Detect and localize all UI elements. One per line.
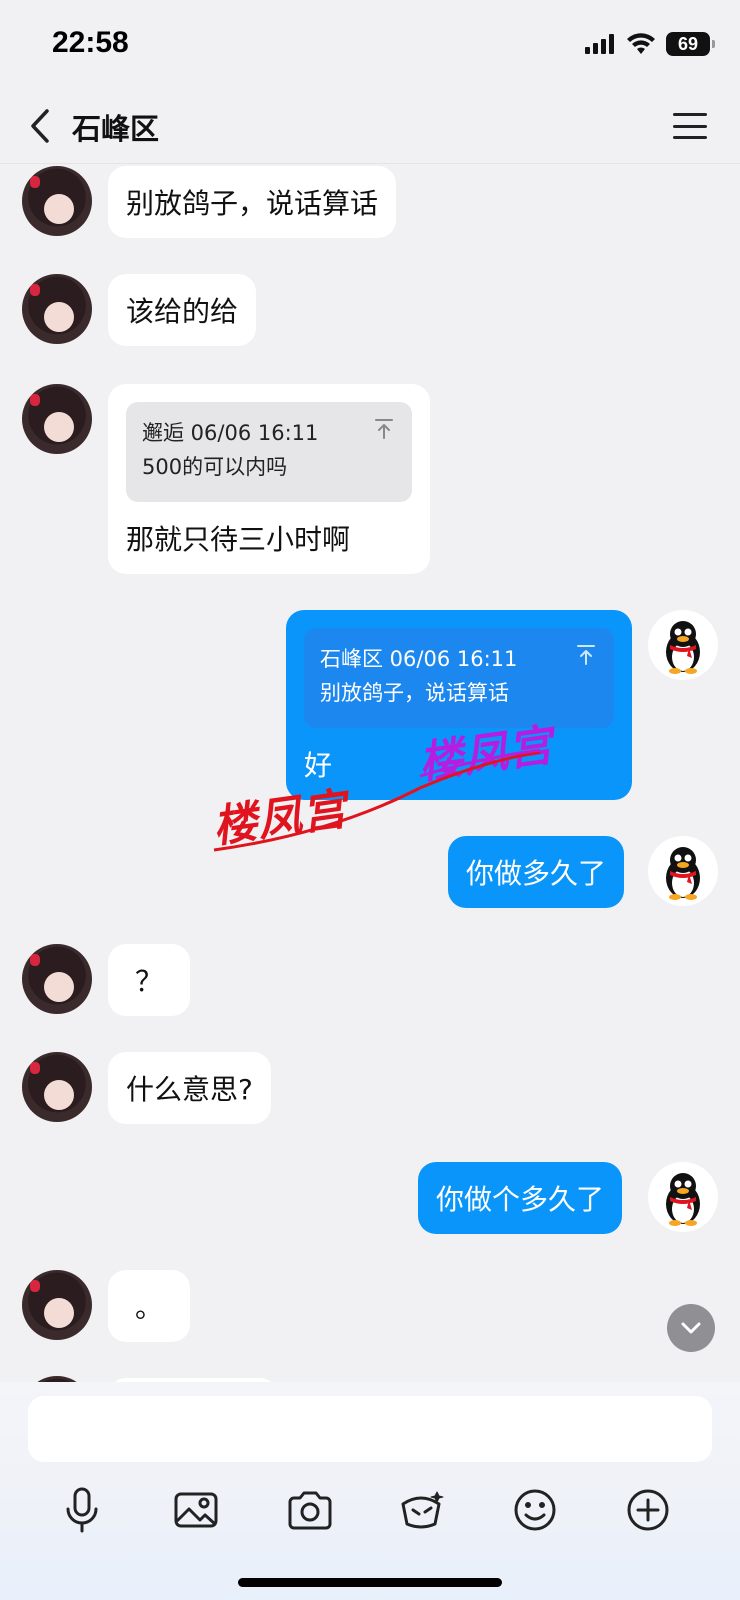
back-button[interactable] bbox=[20, 102, 60, 150]
plus-icon[interactable] bbox=[620, 1482, 676, 1538]
penguin-avatar-icon bbox=[666, 621, 700, 674]
quote-meta: 石峰区 06/06 16:11 bbox=[320, 647, 518, 671]
wifi-icon bbox=[627, 33, 655, 54]
message-bubble[interactable]: 。 bbox=[108, 1270, 190, 1342]
contact-avatar[interactable] bbox=[22, 1052, 92, 1122]
message-bubble-quoted[interactable]: 邂逅 06/06 16:11 500的可以内吗 那就只待三小时啊 bbox=[108, 384, 430, 574]
my-avatar[interactable] bbox=[648, 836, 718, 906]
message-text: 你做多久了 bbox=[466, 857, 607, 890]
message-text: 什么意思? bbox=[126, 1073, 253, 1106]
message-text: 。 bbox=[134, 1291, 163, 1324]
camera-icon[interactable] bbox=[282, 1482, 338, 1538]
penguin-avatar-icon bbox=[666, 847, 700, 900]
message-text: 别放鸽子，说话算话 bbox=[126, 187, 379, 220]
microphone-icon[interactable] bbox=[54, 1482, 110, 1538]
message-input[interactable] bbox=[28, 1396, 712, 1462]
menu-button[interactable] bbox=[670, 106, 710, 146]
nav-bar: 石峰区 bbox=[0, 88, 740, 164]
quote-meta: 邂逅 06/06 16:11 bbox=[142, 421, 319, 445]
message-bubble[interactable]: ？ bbox=[108, 944, 190, 1016]
signal-icon bbox=[585, 34, 614, 54]
message-text: 那就只待三小时啊 bbox=[126, 523, 351, 556]
watermark-swoosh bbox=[213, 748, 541, 852]
menu-icon bbox=[673, 113, 707, 116]
composer bbox=[0, 1382, 740, 1600]
message-text: 该给的给 bbox=[126, 295, 239, 328]
message-bubble[interactable]: 别放鸽子，说话算话 bbox=[108, 166, 397, 238]
battery-level: 69 bbox=[677, 33, 699, 54]
status-icons: 69 bbox=[584, 28, 715, 60]
message-text: ？ bbox=[134, 965, 163, 998]
my-avatar[interactable] bbox=[648, 610, 718, 680]
penguin-avatar-icon bbox=[666, 1173, 700, 1226]
red-packet-icon[interactable] bbox=[394, 1482, 450, 1538]
scroll-to-bottom-button[interactable] bbox=[667, 1304, 715, 1352]
message-bubble[interactable]: 你做多久了 bbox=[448, 836, 625, 908]
contact-avatar[interactable] bbox=[22, 1270, 92, 1340]
chat-area[interactable]: 别放鸽子，说话算话 该给的给 邂逅 06/06 16:11 500的可以内吗 那… bbox=[0, 164, 740, 1382]
message-text: 你做个多久了 bbox=[436, 1183, 605, 1216]
message-bubble[interactable]: 该给的给 bbox=[108, 274, 257, 346]
my-avatar[interactable] bbox=[648, 1162, 718, 1232]
jump-to-quote-icon[interactable] bbox=[374, 418, 394, 440]
contact-avatar[interactable] bbox=[22, 384, 92, 454]
quote-text: 500的可以内吗 bbox=[142, 455, 288, 479]
chevron-left-icon bbox=[31, 109, 49, 143]
emoji-icon[interactable] bbox=[507, 1482, 563, 1538]
image-icon[interactable] bbox=[168, 1482, 224, 1538]
message-bubble[interactable]: 你做个多久了 bbox=[418, 1162, 623, 1234]
composer-toolbar bbox=[0, 1482, 740, 1550]
chevron-down-icon bbox=[681, 1322, 701, 1334]
contact-avatar[interactable] bbox=[22, 166, 92, 236]
jump-to-quote-icon[interactable] bbox=[576, 644, 596, 666]
quoted-message[interactable]: 邂逅 06/06 16:11 500的可以内吗 bbox=[126, 402, 412, 502]
status-bar: 22:58 69 bbox=[0, 0, 740, 88]
message-bubble[interactable]: 什么意思? bbox=[108, 1052, 271, 1124]
contact-avatar[interactable] bbox=[22, 944, 92, 1014]
chat-title: 石峰区 bbox=[72, 112, 160, 146]
battery-icon: 69 bbox=[666, 32, 715, 56]
status-time: 22:58 bbox=[52, 26, 129, 59]
contact-avatar[interactable] bbox=[22, 274, 92, 344]
home-indicator bbox=[238, 1578, 502, 1587]
